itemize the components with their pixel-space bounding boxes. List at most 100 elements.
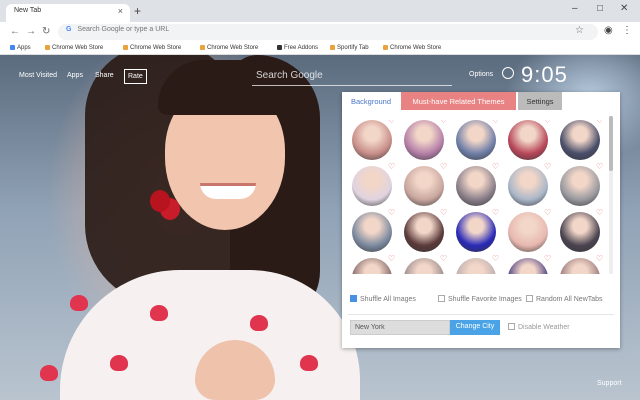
favorite-heart-icon[interactable]: ♡ xyxy=(440,208,447,217)
favorite-heart-icon[interactable]: ♡ xyxy=(388,162,395,171)
favorite-heart-icon[interactable]: ♡ xyxy=(596,208,603,217)
bookmark-item[interactable]: Chrome Web Store xyxy=(123,45,181,51)
favorite-heart-icon[interactable]: ♡ xyxy=(492,162,499,171)
background-thumbnail[interactable] xyxy=(404,212,444,252)
bookmark-item[interactable]: Sportify Tab xyxy=(330,45,369,51)
background-thumbnail[interactable] xyxy=(456,212,496,252)
checkbox[interactable] xyxy=(526,295,533,302)
favorite-heart-icon[interactable]: ♡ xyxy=(388,254,395,263)
bookmark-star-icon[interactable]: ☆ xyxy=(575,25,584,36)
shuffle-all-option[interactable]: Shuffle All Images xyxy=(350,295,416,303)
favorite-heart-icon[interactable]: ♡ xyxy=(596,254,603,263)
favorite-heart-icon[interactable]: ♡ xyxy=(544,120,551,125)
background-thumbnail[interactable] xyxy=(560,166,600,206)
tab-settings[interactable]: Settings xyxy=(518,92,562,110)
bookmark-item[interactable]: Chrome Web Store xyxy=(200,45,258,51)
minimize-icon[interactable]: – xyxy=(572,3,578,14)
panel-tabs: Background Must-have Related Themes Sett… xyxy=(342,92,620,110)
checkbox[interactable] xyxy=(508,323,515,330)
favorite-heart-icon[interactable]: ♡ xyxy=(544,254,551,263)
favorite-heart-icon[interactable]: ♡ xyxy=(388,208,395,217)
share-link[interactable]: Share xyxy=(95,72,114,79)
thumbnail-grid: ♡ ♡ ♡ ♡ ♡ ♡ ♡ ♡ ♡ ♡ ♡ ♡ ♡ ♡ ♡ ♡ ♡ ♡ ♡ ♡ xyxy=(348,120,610,274)
background-thumbnail[interactable] xyxy=(508,212,548,252)
new-tab-button[interactable]: + xyxy=(134,4,141,18)
background-thumbnail[interactable] xyxy=(508,258,548,274)
clock-time: 9:05 xyxy=(521,62,568,87)
bookmark-item[interactable]: Free Addons xyxy=(277,45,318,51)
background-thumbnail[interactable] xyxy=(404,258,444,274)
browser-tab[interactable]: New Tab × xyxy=(6,4,130,22)
background-thumbnail[interactable] xyxy=(456,258,496,274)
favorite-heart-icon[interactable]: ♡ xyxy=(492,120,499,125)
favorite-heart-icon[interactable]: ♡ xyxy=(544,208,551,217)
most-visited-link[interactable]: Most Visited xyxy=(19,72,57,79)
shuffle-favorite-option[interactable]: Shuffle Favorite Images xyxy=(438,295,522,303)
thumbnail-scrollbar[interactable] xyxy=(609,116,613,274)
background-thumbnail[interactable] xyxy=(404,120,444,160)
maximize-icon[interactable]: □ xyxy=(597,3,603,14)
browser-tabstrip: New Tab × + – □ ✕ xyxy=(0,0,640,22)
menu-icon[interactable]: ⋮ xyxy=(622,25,632,36)
background-thumbnail[interactable] xyxy=(352,212,392,252)
favorite-heart-icon[interactable]: ♡ xyxy=(544,162,551,171)
google-icon: G xyxy=(66,26,72,33)
close-tab-icon[interactable]: × xyxy=(118,6,123,16)
reload-icon[interactable]: ↻ xyxy=(42,26,50,37)
background-thumbnail[interactable] xyxy=(352,120,392,160)
tab-related-themes[interactable]: Must-have Related Themes xyxy=(401,92,516,110)
tab-background[interactable]: Background xyxy=(342,92,400,110)
random-all-option[interactable]: Random All NewTabs xyxy=(526,295,603,303)
tab-title: New Tab xyxy=(14,7,42,14)
background-thumbnail[interactable] xyxy=(508,166,548,206)
favorite-heart-icon[interactable]: ♡ xyxy=(440,120,447,125)
webstore-icon xyxy=(200,45,205,50)
options-link[interactable]: Options xyxy=(469,71,493,78)
back-icon[interactable]: ← xyxy=(10,26,20,37)
apps-link[interactable]: Apps xyxy=(67,72,83,79)
clock-icon xyxy=(502,67,514,79)
webstore-icon xyxy=(383,45,388,50)
favorite-heart-icon[interactable]: ♡ xyxy=(388,120,395,125)
webstore-icon xyxy=(45,45,50,50)
change-city-button[interactable]: Change City xyxy=(450,320,500,335)
background-thumbnail[interactable] xyxy=(560,120,600,160)
window-close-icon[interactable]: ✕ xyxy=(620,3,628,14)
background-thumbnail[interactable] xyxy=(560,258,600,274)
forward-icon[interactable]: → xyxy=(26,26,36,37)
bookmark-item[interactable]: Chrome Web Store xyxy=(45,45,103,51)
favorite-heart-icon[interactable]: ♡ xyxy=(440,162,447,171)
profile-icon[interactable]: ◉ xyxy=(604,25,613,36)
background-thumbnail[interactable] xyxy=(560,212,600,252)
favorite-heart-icon[interactable]: ♡ xyxy=(596,120,603,125)
apps-grid-icon xyxy=(10,45,15,50)
background-thumbnail[interactable] xyxy=(456,166,496,206)
newtab-page: Most Visited Apps Share Rate Search Goog… xyxy=(0,55,640,400)
options-panel: Background Must-have Related Themes Sett… xyxy=(342,92,620,348)
background-thumbnail[interactable] xyxy=(456,120,496,160)
support-link[interactable]: Support xyxy=(597,380,622,387)
rate-button[interactable]: Rate xyxy=(124,69,147,84)
bookmarks-bar: Apps Chrome Web Store Chrome Web Store C… xyxy=(0,42,640,55)
favorite-heart-icon[interactable]: ♡ xyxy=(492,208,499,217)
disable-weather-option[interactable]: Disable Weather xyxy=(508,323,570,331)
favorite-heart-icon[interactable]: ♡ xyxy=(440,254,447,263)
address-placeholder: Search Google or type a URL xyxy=(77,26,170,33)
background-thumbnail[interactable] xyxy=(352,166,392,206)
background-thumbnail[interactable] xyxy=(508,120,548,160)
bookmark-apps[interactable]: Apps xyxy=(10,45,31,51)
addon-icon xyxy=(277,45,282,50)
favorite-heart-icon[interactable]: ♡ xyxy=(492,254,499,263)
search-input[interactable]: Search Google xyxy=(252,70,452,86)
background-thumbnail[interactable] xyxy=(404,166,444,206)
favorite-heart-icon[interactable]: ♡ xyxy=(596,162,603,171)
background-thumbnail[interactable] xyxy=(352,258,392,274)
bookmark-item[interactable]: Chrome Web Store xyxy=(383,45,441,51)
checkbox-checked[interactable] xyxy=(350,295,357,302)
city-input[interactable] xyxy=(350,320,450,335)
address-bar[interactable]: G Search Google or type a URL ☆ xyxy=(58,24,598,40)
checkbox[interactable] xyxy=(438,295,445,302)
webstore-icon xyxy=(123,45,128,50)
browser-toolbar: ← → ↻ G Search Google or type a URL ☆ ◉ … xyxy=(0,22,640,42)
divider xyxy=(348,314,614,315)
